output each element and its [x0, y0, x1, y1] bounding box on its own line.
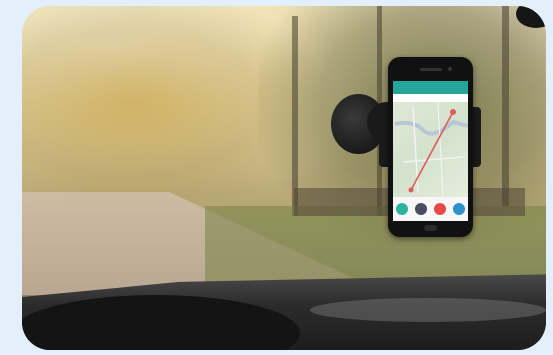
destination-pin-icon	[450, 109, 456, 115]
tree-trunk	[292, 16, 298, 216]
front-camera	[448, 67, 452, 71]
origin-pin-icon	[408, 187, 414, 193]
map-route	[394, 102, 468, 197]
navigation-map	[393, 102, 468, 197]
dark-action-button[interactable]	[415, 203, 428, 215]
blue-action-button[interactable]	[452, 203, 465, 215]
action-buttons	[393, 197, 468, 221]
red-action-button[interactable]	[433, 203, 446, 215]
phone-screen	[393, 81, 468, 221]
app-header-bar	[393, 81, 468, 94]
tree-trunk	[502, 6, 509, 206]
car-dashboard-photo	[22, 6, 546, 350]
smartphone	[388, 57, 473, 237]
speaker	[420, 68, 442, 71]
home-button[interactable]	[424, 225, 437, 231]
green-action-button[interactable]	[396, 203, 409, 215]
